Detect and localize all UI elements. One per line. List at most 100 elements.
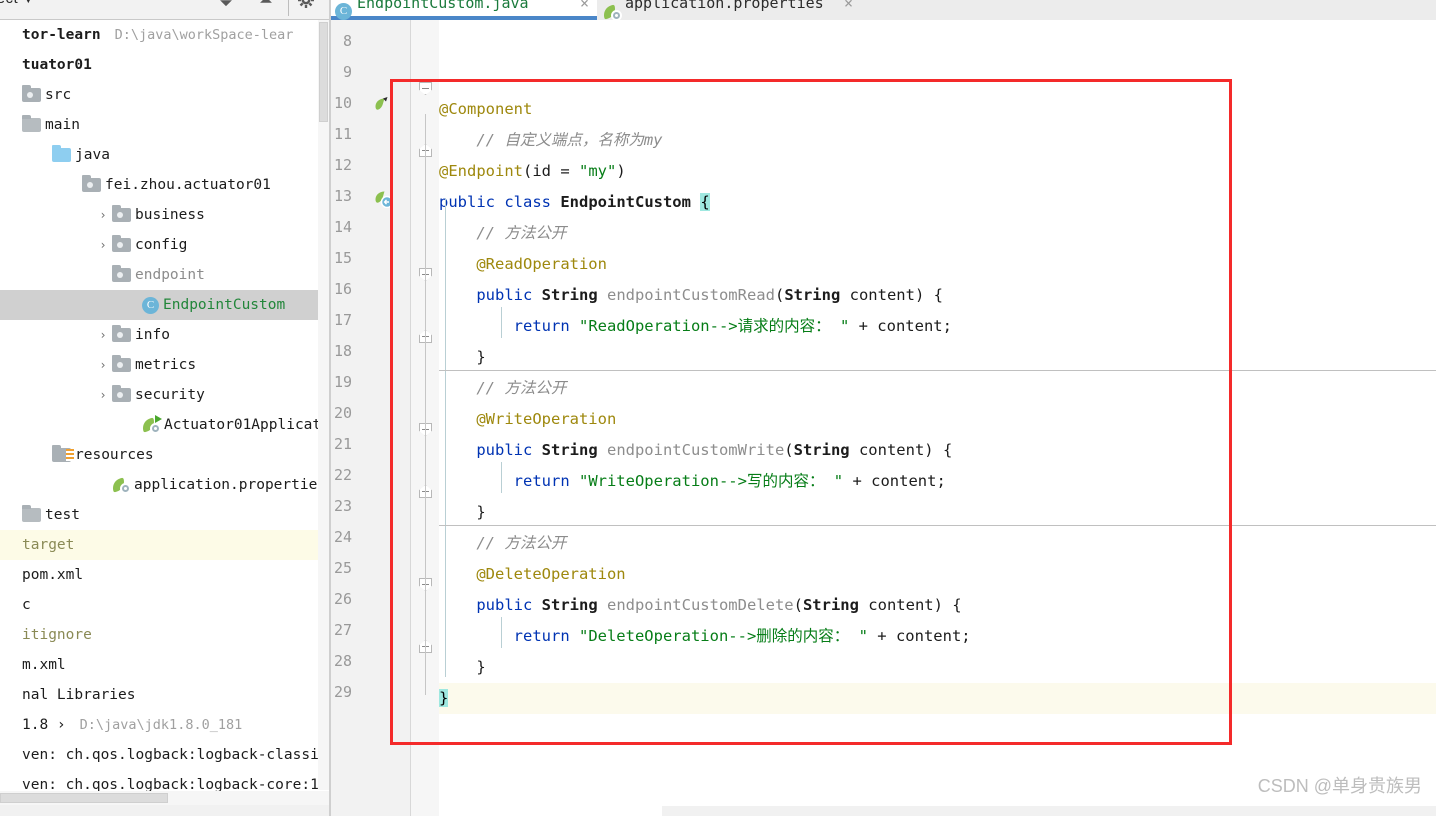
code-line-19[interactable]: // 方法公开	[439, 373, 1436, 404]
line-number: 11	[312, 125, 352, 143]
tree-node-ven-ch-qos-logback-logback-classi[interactable]: ven: ch.qos.logback:logback-classi	[0, 740, 330, 770]
code-token: + content;	[849, 317, 952, 335]
close-icon[interactable]: ×	[844, 0, 853, 20]
code-line-15[interactable]: @ReadOperation	[439, 249, 1436, 280]
expand-all-icon[interactable]	[256, 0, 276, 14]
tree-node-label: 1.8 ›	[22, 717, 66, 733]
chevron-down-icon[interactable]: ⱟ	[34, 440, 52, 470]
code-line-22[interactable]: return "WriteOperation-->写的内容： " + conte…	[439, 466, 1436, 497]
spring-bean-icon[interactable]	[372, 95, 392, 115]
code-token: }	[439, 348, 486, 366]
chevron-right-icon[interactable]: ›	[94, 350, 112, 380]
chevron-right-icon[interactable]: ›	[94, 200, 112, 230]
tree-node-label: Actuator01Application	[164, 417, 330, 433]
tree-node-endpoint[interactable]: ⱟ endpoint	[0, 260, 330, 290]
code-line-18[interactable]: }	[439, 342, 1436, 373]
tree-node-path: D:\java\jdk1.8.0_181	[66, 717, 243, 733]
tree-node-tor-learn[interactable]: tor-learn D:\java\workSpace-lear	[0, 20, 330, 50]
collapse-all-icon[interactable]	[216, 0, 236, 14]
code-line-16[interactable]: public String endpointCustomRead(String …	[439, 280, 1436, 311]
tree-node-tuator01[interactable]: tuator01	[0, 50, 330, 80]
tree-node-itignore[interactable]: itignore	[0, 620, 330, 650]
tree-node-target[interactable]: target	[0, 530, 330, 560]
code-line-8[interactable]	[439, 32, 1436, 63]
code-token: return	[439, 472, 579, 490]
tree-node-fei-zhou-actuator01[interactable]: ⱟ fei.zhou.actuator01	[0, 170, 330, 200]
editor-gutter[interactable]: 8 9 10 11 12 13 14 15 16 17 18 19 20 21 22 23 24 25 26 27 28…	[331, 20, 410, 816]
tree-node-info[interactable]: › info	[0, 320, 330, 350]
chevron-down-icon[interactable]: ⱟ	[34, 140, 52, 170]
code-token: }	[439, 658, 486, 676]
code-line-14[interactable]: // 方法公开	[439, 218, 1436, 249]
chevron-right-icon[interactable]: ›	[94, 230, 112, 260]
tree-node-label: config	[135, 237, 187, 253]
code-line-23[interactable]: }	[439, 497, 1436, 528]
line-number: 29	[312, 683, 352, 701]
code-line-11[interactable]: // 自定义端点，名称为my	[439, 125, 1436, 156]
tree-node-security[interactable]: › security	[0, 380, 330, 410]
tree-node-c[interactable]: c	[0, 590, 330, 620]
code-token: public	[439, 286, 542, 304]
line-number: 22	[312, 466, 352, 484]
code-token: EndpointCustom	[560, 193, 691, 211]
chevron-down-icon[interactable]: ⱟ	[64, 170, 82, 200]
tree-node-actuator01application[interactable]: Actuator01Application	[0, 410, 330, 440]
tree-node-endpointcustom[interactable]: C EndpointCustom	[0, 290, 330, 320]
editor-code-area[interactable]: @Component // 自定义端点，名称为my @Endpoint(id = …	[439, 20, 1436, 816]
line-number: 26	[312, 590, 352, 608]
tree-node-metrics[interactable]: › metrics	[0, 350, 330, 380]
code-line-12[interactable]: @Endpoint(id = "my")	[439, 156, 1436, 187]
editor-tab-endpointcustom[interactable]: C EndpointCustom.java ×	[331, 0, 597, 20]
chevron-down-icon[interactable]: ⱟ	[94, 260, 112, 290]
chevron-right-icon[interactable]: ›	[94, 380, 112, 410]
code-token: @WriteOperation	[439, 410, 616, 428]
tree-node-path: D:\java\workSpace-lear	[101, 27, 294, 43]
close-icon[interactable]: ×	[580, 0, 589, 20]
code-line-26[interactable]: public String endpointCustomDelete(Strin…	[439, 590, 1436, 621]
tree-node-label: application.properties	[134, 477, 326, 493]
tree-node-src[interactable]: src	[0, 80, 330, 110]
code-line-10[interactable]: @Component	[439, 94, 1436, 125]
tree-node-label: src	[45, 87, 71, 103]
code-token: ) {	[934, 596, 962, 614]
code-line-13[interactable]: public class EndpointCustom {	[439, 187, 1436, 218]
tree-node-application-properties[interactable]: application.properties	[0, 470, 330, 500]
fold-connector-line	[425, 114, 426, 695]
tree-node-config[interactable]: › config	[0, 230, 330, 260]
tree-node-pom-xml[interactable]: pom.xml	[0, 560, 330, 590]
tree-node-test[interactable]: test	[0, 500, 330, 530]
code-line-24[interactable]: // 方法公开	[439, 528, 1436, 559]
gear-icon[interactable]	[296, 0, 316, 14]
project-tool-title: Project ▼	[0, 0, 34, 7]
tree-node-m-xml[interactable]: m.xml	[0, 650, 330, 680]
code-line-27[interactable]: return "DeleteOperation-->删除的内容： " + con…	[439, 621, 1436, 652]
tree-node-1-8[interactable]: 1.8 › D:\java\jdk1.8.0_181	[0, 710, 330, 740]
code-line-21[interactable]: public String endpointCustomWrite(String…	[439, 435, 1436, 466]
tree-node-main[interactable]: main	[0, 110, 330, 140]
tree-node-business[interactable]: › business	[0, 200, 330, 230]
code-token: endpointCustomRead	[607, 286, 775, 304]
code-line-25[interactable]: @DeleteOperation	[439, 559, 1436, 590]
spring-bean-navigate-icon[interactable]	[372, 188, 392, 208]
code-token: public	[439, 596, 542, 614]
code-token: endpointCustomDelete	[607, 596, 794, 614]
tree-node-label: pom.xml	[22, 567, 83, 583]
project-tree[interactable]: tor-learn D:\java\workSpace-lear tuator01 s…	[0, 20, 330, 790]
tree-node-java[interactable]: ⱟ java	[0, 140, 330, 170]
sidebar-horizontal-scrollbar-thumb[interactable]	[0, 793, 168, 803]
code-line-20[interactable]: @WriteOperation	[439, 404, 1436, 435]
editor-tab-application-properties[interactable]: application.properties ×	[599, 0, 861, 20]
code-token: @ReadOperation	[439, 255, 607, 273]
code-line-17[interactable]: return "ReadOperation-->请求的内容： " + conte…	[439, 311, 1436, 342]
code-line-29[interactable]: }	[439, 683, 1436, 714]
editor-tab-label: EndpointCustom.java	[357, 0, 529, 12]
tree-node-label: info	[135, 327, 170, 343]
project-toolbar: Project ▼	[0, 0, 330, 20]
tree-node-nal-libraries[interactable]: nal Libraries	[0, 680, 330, 710]
chevron-right-icon[interactable]: ›	[94, 320, 112, 350]
tree-node-resources[interactable]: ⱟ resources	[0, 440, 330, 470]
code-line-28[interactable]: }	[439, 652, 1436, 683]
chevron-down-icon[interactable]: ▼	[23, 0, 34, 6]
line-number: 27	[312, 621, 352, 639]
code-line-9[interactable]	[439, 63, 1436, 94]
